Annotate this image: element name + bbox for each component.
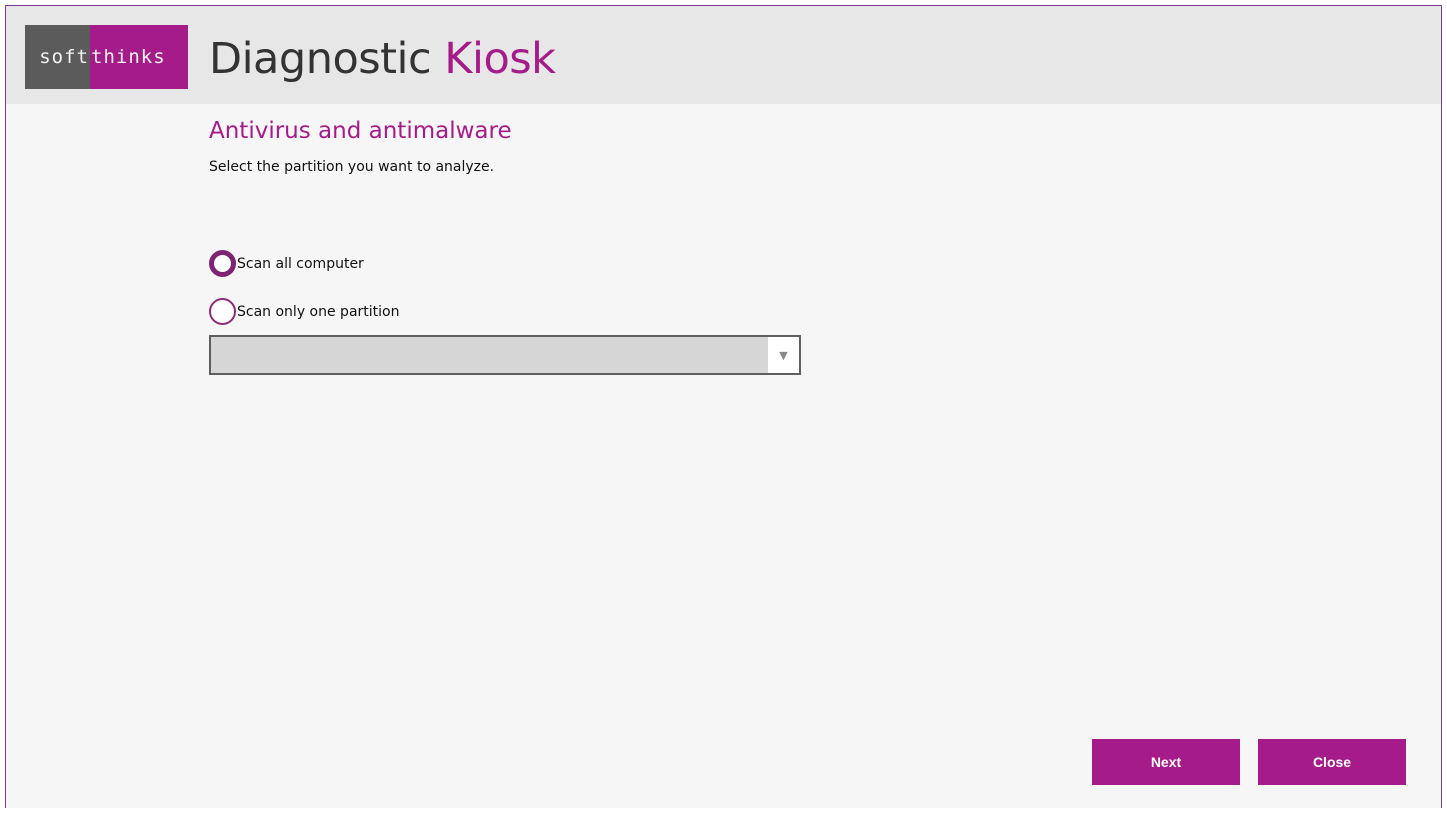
- app-window: soft thinks Diagnostic Kiosk Antivirus a…: [5, 5, 1442, 808]
- radio-label-scan-one-partition: Scan only one partition: [237, 303, 400, 320]
- logo-thinks-text: thinks: [90, 25, 188, 89]
- logo-soft-text: soft: [25, 25, 90, 89]
- next-button[interactable]: Next: [1092, 739, 1240, 785]
- radio-label-scan-all: Scan all computer: [237, 255, 364, 272]
- app-title-accent: Kiosk: [444, 34, 556, 84]
- header-bar: soft thinks Diagnostic Kiosk: [6, 6, 1441, 104]
- app-title-main: Diagnostic: [209, 34, 445, 84]
- close-button[interactable]: Close: [1258, 739, 1406, 785]
- app-title: Diagnostic Kiosk: [209, 34, 556, 84]
- instruction-text: Select the partition you want to analyze…: [209, 159, 495, 175]
- radio-option-scan-one-partition[interactable]: Scan only one partition: [209, 298, 399, 325]
- section-title: Antivirus and antimalware: [209, 118, 512, 144]
- chevron-down-icon[interactable]: ▼: [768, 337, 799, 373]
- radio-option-scan-all[interactable]: Scan all computer: [209, 250, 364, 277]
- softthinks-logo: soft thinks: [25, 25, 188, 89]
- radio-button-scan-one-partition[interactable]: [209, 298, 236, 325]
- radio-button-scan-all[interactable]: [209, 250, 236, 277]
- partition-dropdown[interactable]: ▼: [209, 335, 801, 375]
